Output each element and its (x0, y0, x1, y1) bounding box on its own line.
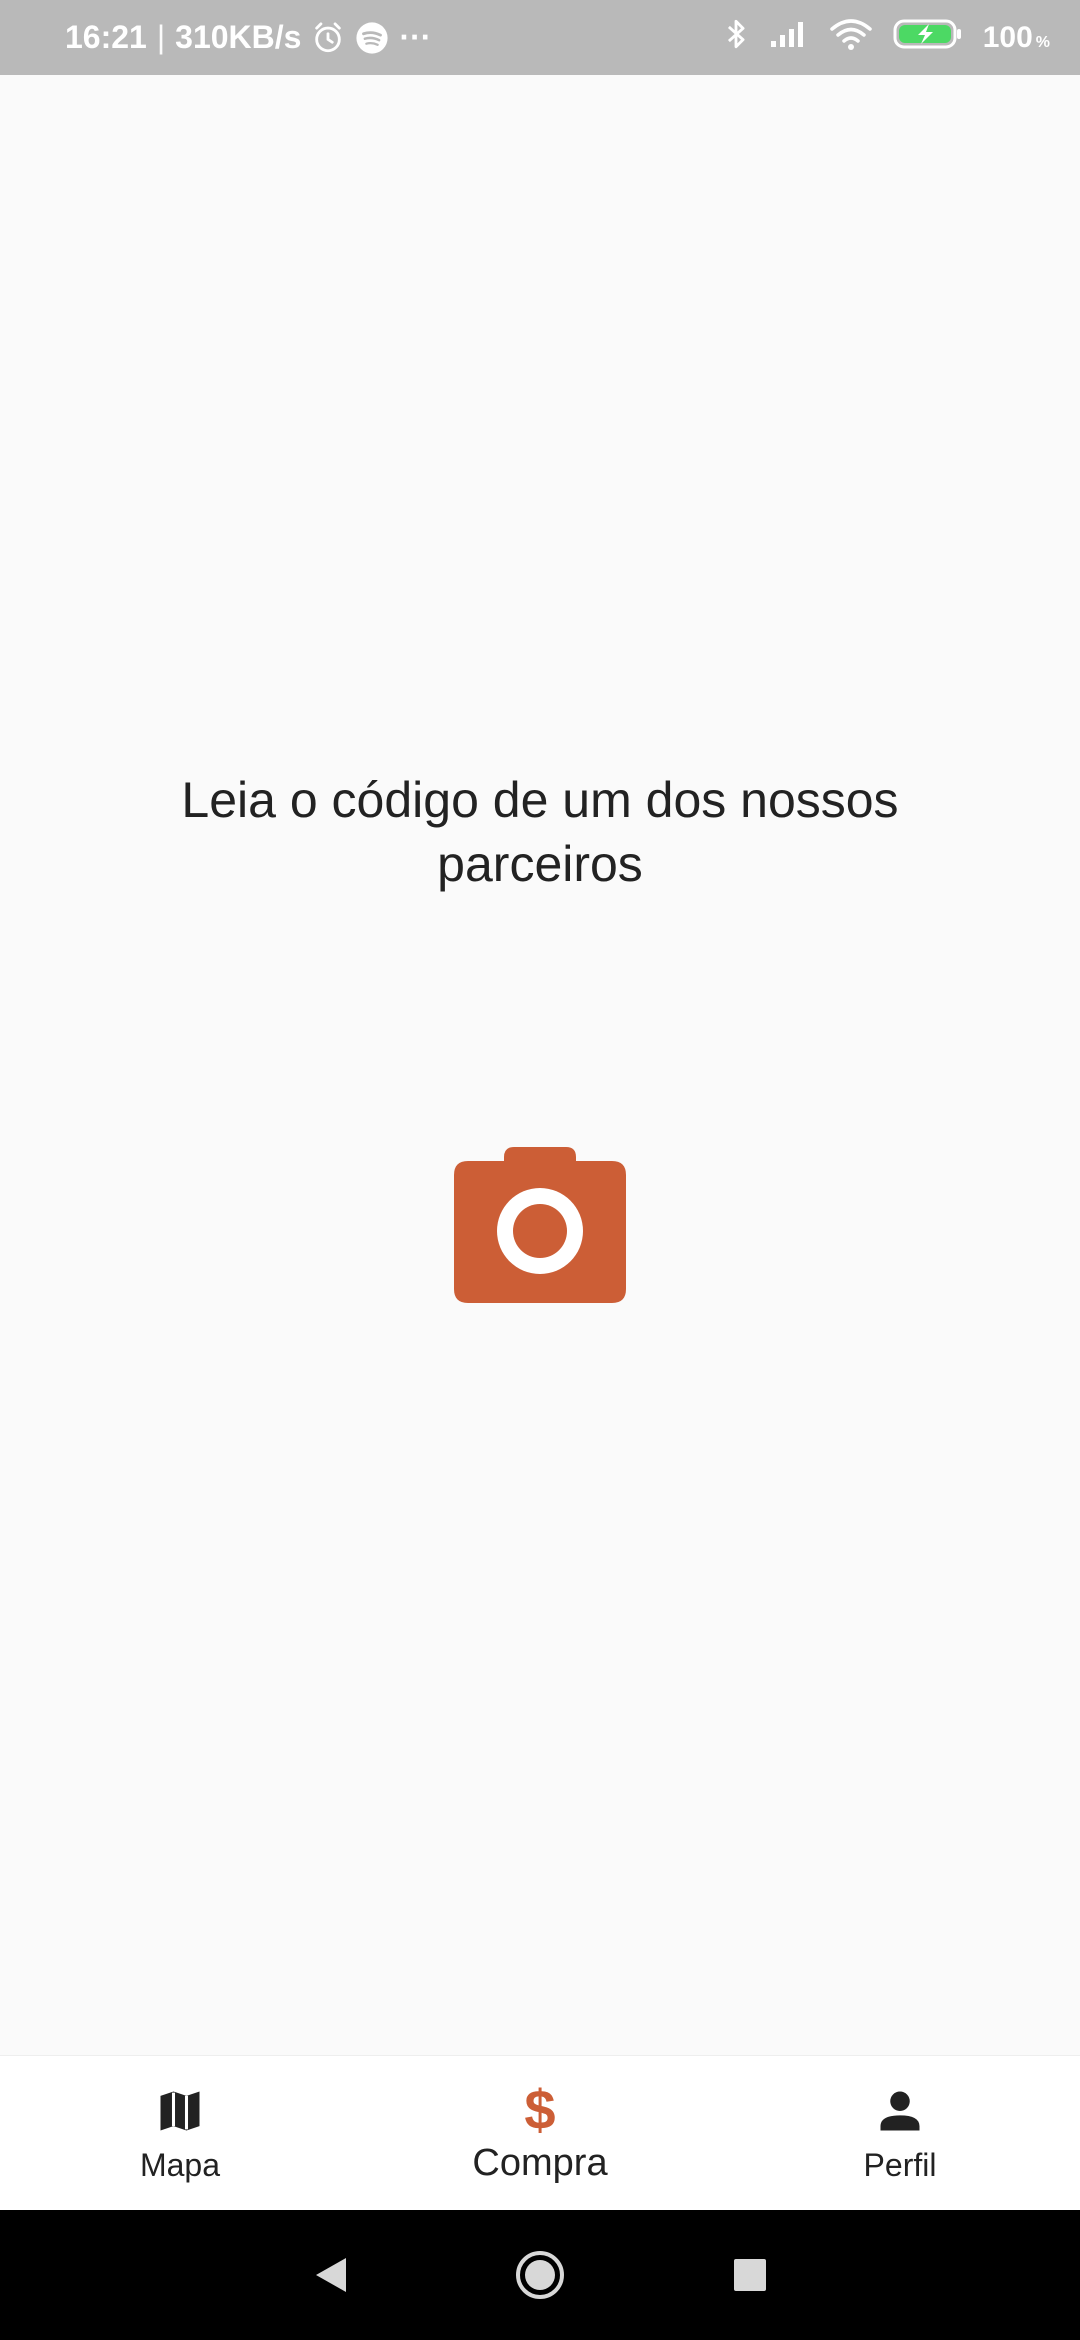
back-icon[interactable] (300, 2245, 360, 2305)
nav-label-compra: Compra (472, 2142, 608, 2184)
dollar-icon: $ (524, 2082, 555, 2138)
person-icon (874, 2083, 926, 2139)
camera-icon (454, 1147, 626, 1303)
nav-item-compra[interactable]: $ Compra (360, 2056, 720, 2211)
network-speed: 310KB/s (175, 19, 302, 55)
dollar-glyph: $ (524, 2078, 556, 2141)
battery-percent: 100 % (983, 21, 1050, 55)
spotify-icon (355, 21, 389, 55)
nav-label-mapa: Mapa (139, 2147, 221, 2183)
status-left: 16:21 | 310KB/s ··· (65, 0, 431, 75)
nav-label-perfil: Perfil (863, 2147, 937, 2183)
status-right: 100 % (723, 0, 1050, 75)
status-bar: 16:21 | 310KB/s ··· 100 % (0, 0, 1080, 75)
signal-icon (769, 19, 809, 57)
nav-item-perfil[interactable]: Perfil (720, 2056, 1080, 2211)
bluetooth-icon (723, 17, 749, 59)
status-separator: | (156, 19, 166, 55)
nav-item-mapa[interactable]: Mapa (0, 2056, 360, 2211)
system-navigation-bar (0, 2210, 1080, 2340)
home-icon[interactable] (510, 2245, 570, 2305)
map-icon (154, 2083, 206, 2139)
battery-percent-sign: % (1035, 33, 1050, 51)
bottom-navigation: Mapa $ Compra Perfil (0, 2055, 1080, 2211)
battery-percent-value: 100 (982, 20, 1033, 54)
status-time: 16:21 (65, 19, 147, 55)
camera-button[interactable] (450, 1145, 630, 1305)
instruction-text: Leia o código de um dos nossos parceiros (181, 772, 899, 892)
battery-charging-icon (893, 18, 963, 58)
more-notifications: ··· (399, 19, 432, 55)
recents-icon[interactable] (720, 2245, 780, 2305)
alarm-icon (311, 21, 345, 55)
wifi-icon (829, 17, 873, 59)
main-content: Leia o código de um dos nossos parceiros (0, 75, 1080, 2055)
